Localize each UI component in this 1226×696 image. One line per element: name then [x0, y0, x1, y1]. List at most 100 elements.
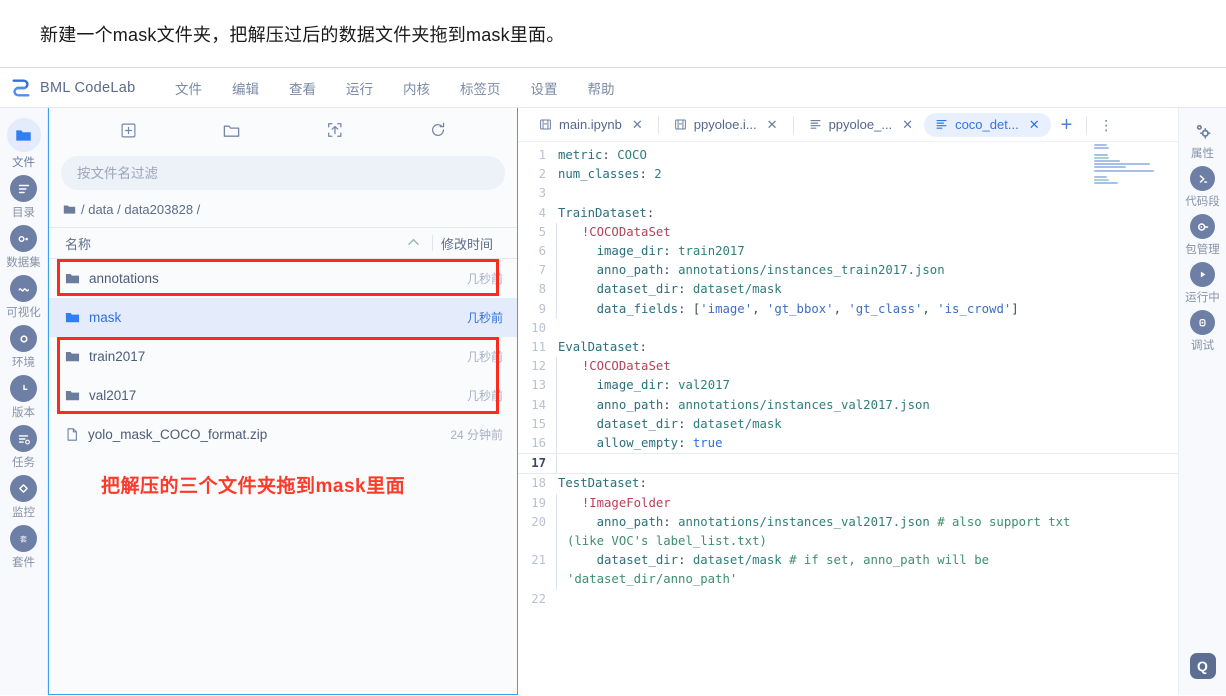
- right-panel-item-运行中[interactable]: 运行中: [1179, 262, 1226, 305]
- package-icon: [1190, 214, 1215, 239]
- bml-codelab-window: BML CodeLab 文件 编辑 查看 运行 内核 标签页 设置 帮助 文件 目录 数据集 …: [0, 68, 1226, 695]
- column-header-modified[interactable]: 修改时间: [441, 234, 503, 253]
- close-icon[interactable]: ✕: [902, 117, 913, 133]
- menu-item-0[interactable]: 文件: [160, 72, 217, 104]
- close-icon[interactable]: ✕: [1029, 117, 1040, 133]
- upload-icon[interactable]: [322, 117, 348, 143]
- add-tab-button[interactable]: +: [1051, 115, 1083, 135]
- code-line[interactable]: 16 allow_empty: true: [518, 434, 1178, 454]
- file-row[interactable]: val2017 几秒前: [49, 376, 517, 415]
- menu-item-2[interactable]: 查看: [274, 72, 331, 104]
- code-line[interactable]: 20 anno_path: annotations/instances_val2…: [518, 512, 1178, 552]
- code-line[interactable]: 10: [518, 319, 1178, 338]
- editor-tab[interactable]: ppyoloe.i... ✕: [663, 113, 789, 137]
- line-number: 11: [531, 340, 546, 355]
- sidebar-item-label: 监控: [12, 507, 35, 519]
- refresh-icon[interactable]: [425, 117, 451, 143]
- menu-item-6[interactable]: 设置: [516, 72, 573, 104]
- file-row[interactable]: yolo_mask_COCO_format.zip 24 分钟前: [49, 415, 517, 454]
- code-line-text: dataset_dir: dataset/mask # if set, anno…: [556, 551, 1178, 590]
- tab-label: coco_det...: [955, 117, 1019, 132]
- annotation-note: 把解压的三个文件夹拖到mask里面: [101, 476, 406, 497]
- line-number: 2: [538, 167, 546, 182]
- line-number: 18: [531, 476, 546, 491]
- code-line[interactable]: 7 anno_path: annotations/instances_train…: [518, 261, 1178, 281]
- code-line-text: !COCODataSet: [556, 357, 1178, 377]
- menu-item-1[interactable]: 编辑: [217, 72, 274, 104]
- code-line[interactable]: 18 TestDataset:: [518, 474, 1178, 493]
- folder-icon: [10, 122, 37, 149]
- file-list-header: 名称 修改时间: [49, 227, 517, 259]
- file-filter-input[interactable]: [61, 156, 505, 190]
- code-line[interactable]: 13 image_dir: val2017: [518, 376, 1178, 396]
- code-line-text: image_dir: val2017: [556, 376, 1178, 396]
- gear-icon: [1190, 118, 1215, 143]
- editor-area: main.ipynb ✕ ppyoloe.i... ✕ ppyoloe_... ✕ coco…: [518, 108, 1178, 695]
- tab-overflow-menu-button[interactable]: ⋮: [1091, 118, 1121, 132]
- right-panel-item-包管理[interactable]: 包管理: [1179, 214, 1226, 257]
- code-line[interactable]: 17: [518, 453, 1178, 475]
- menu-item-7[interactable]: 帮助: [573, 72, 630, 104]
- textfile-icon: [936, 120, 947, 129]
- code-line[interactable]: 22: [518, 590, 1178, 609]
- list-icon: [10, 175, 37, 202]
- column-header-name[interactable]: 名称: [65, 234, 402, 253]
- right-panel-item-调试[interactable]: 调试: [1179, 310, 1226, 353]
- code-line[interactable]: 21 dataset_dir: dataset/mask # if set, a…: [518, 551, 1178, 590]
- file-modified-cell: 几秒前: [466, 350, 503, 364]
- close-icon[interactable]: ✕: [767, 117, 778, 133]
- code-line[interactable]: 1 metric: COCO: [518, 146, 1178, 165]
- code-line[interactable]: 12 !COCODataSet: [518, 357, 1178, 377]
- bml-logo-icon: [12, 78, 30, 97]
- sidebar-item-文件[interactable]: 文件: [0, 118, 48, 170]
- menu-item-4[interactable]: 内核: [388, 72, 445, 104]
- file-list: annotations 几秒前 mask 几秒前 train2017 几秒前 val2…: [49, 259, 517, 694]
- new-folder-icon[interactable]: [219, 117, 245, 143]
- sidebar-item-环境[interactable]: 环境: [0, 325, 48, 370]
- help-icon[interactable]: Q: [1189, 653, 1216, 679]
- sidebar-item-任务[interactable]: 任务: [0, 425, 48, 470]
- editor-tab[interactable]: main.ipynb ✕: [528, 113, 654, 137]
- menu-item-5[interactable]: 标签页: [445, 72, 516, 104]
- yaml-code-block[interactable]: 1 metric: COCO 2 num_classes: 2 3 4 TrainData…: [518, 146, 1178, 609]
- code-line-text: anno_path: annotations/instances_val2017…: [556, 512, 1178, 552]
- code-line[interactable]: 9 data_fields: ['image', 'gt_bbox', 'gt_…: [518, 299, 1178, 319]
- code-line-text: !ImageFolder: [556, 493, 1178, 513]
- file-browser-panel: / data / data203828 / 名称 修改时间 annotation…: [48, 108, 518, 695]
- line-number: 8: [538, 282, 546, 297]
- sidebar-item-目录[interactable]: 目录: [0, 175, 48, 220]
- file-modified-cell: 24 分钟前: [450, 428, 503, 442]
- file-row[interactable]: mask 几秒前: [49, 298, 517, 337]
- new-launcher-icon[interactable]: [116, 117, 142, 143]
- file-filter-wrap: [49, 152, 517, 200]
- code-line[interactable]: 11 EvalDataset:: [518, 338, 1178, 357]
- sidebar-item-数据集[interactable]: 数据集: [0, 225, 48, 270]
- close-icon[interactable]: ✕: [632, 117, 643, 133]
- code-line[interactable]: 8 dataset_dir: dataset/mask: [518, 280, 1178, 300]
- file-row[interactable]: annotations 几秒前: [49, 259, 517, 298]
- code-line[interactable]: 4 TrainDataset:: [518, 204, 1178, 223]
- sidebar-item-可视化[interactable]: 可视化: [0, 275, 48, 320]
- code-viewport[interactable]: 1 metric: COCO 2 num_classes: 2 3 4 TrainData…: [518, 142, 1178, 695]
- code-line[interactable]: 5 !COCODataSet: [518, 222, 1178, 243]
- code-line[interactable]: 6 image_dir: train2017: [518, 242, 1178, 262]
- sort-ascending-icon[interactable]: [402, 237, 424, 249]
- sidebar-item-套件[interactable]: 套 套件: [0, 525, 48, 570]
- sidebar-item-监控[interactable]: 监控: [0, 475, 48, 520]
- code-line-text: EvalDataset:: [558, 340, 647, 355]
- right-panel-item-代码段[interactable]: 代码段: [1179, 166, 1226, 209]
- menu-item-3[interactable]: 运行: [331, 72, 388, 104]
- sidebar-item-版本[interactable]: 版本: [0, 375, 48, 420]
- editor-tab[interactable]: ppyoloe_... ✕: [798, 113, 925, 137]
- breadcrumb[interactable]: / data / data203828 /: [49, 200, 517, 227]
- line-number: 16: [531, 436, 546, 451]
- code-line[interactable]: 2 num_classes: 2: [518, 165, 1178, 184]
- code-line[interactable]: 14 anno_path: annotations/instances_val2…: [518, 395, 1178, 415]
- code-line[interactable]: 15 dataset_dir: dataset/mask: [518, 414, 1178, 435]
- file-row[interactable]: train2017 几秒前: [49, 337, 517, 376]
- code-line[interactable]: 3: [518, 184, 1178, 203]
- right-panel-item-属性[interactable]: 属性: [1179, 118, 1226, 161]
- code-line[interactable]: 19 !ImageFolder: [518, 493, 1178, 513]
- editor-tab[interactable]: coco_det... ✕: [924, 112, 1051, 137]
